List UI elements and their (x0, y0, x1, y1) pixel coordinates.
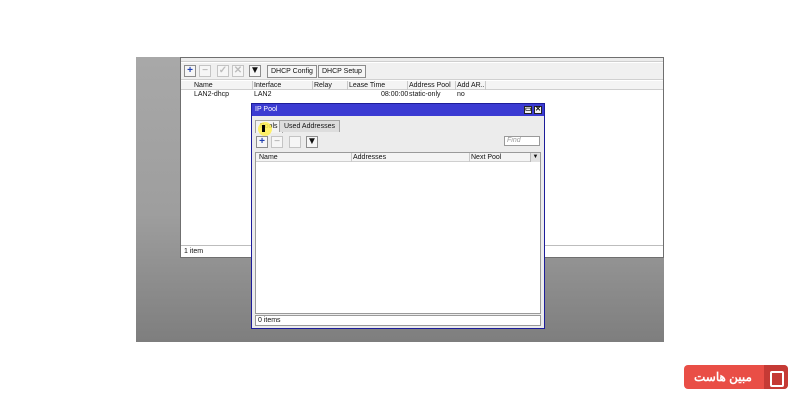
brand-mark-icon (764, 365, 788, 389)
add-icon[interactable]: + (184, 65, 196, 77)
remove-icon[interactable]: − (271, 136, 283, 148)
column-name[interactable]: Name (193, 81, 253, 90)
tab-used-addresses[interactable]: Used Addresses (279, 120, 340, 132)
comment-icon[interactable] (289, 136, 301, 148)
row-interface: LAN2 (254, 91, 272, 98)
filter-icon[interactable]: ▼ (249, 65, 261, 77)
row-lease-time: 08:00:00 (381, 91, 409, 98)
row-add-arp: no (457, 91, 465, 98)
find-input[interactable]: Find (504, 136, 540, 146)
add-icon[interactable]: + (256, 136, 268, 148)
pool-table-header: Name Addresses Next Pool ▼ (256, 153, 540, 162)
pool-table: Name Addresses Next Pool ▼ (255, 152, 541, 314)
row-name: LAN2-dhcp (194, 91, 230, 98)
column-addresses[interactable]: Addresses (352, 153, 470, 162)
minimize-icon[interactable]: ▭ (524, 106, 532, 114)
desktop: + − ✓ ✕ ▼ DHCP Config DHCP Setup Name In… (136, 57, 664, 342)
pool-toolbar: + − ▼ Find (254, 134, 542, 149)
column-address-pool[interactable]: Address Pool (408, 81, 456, 90)
window-title[interactable]: IP Pool (252, 104, 544, 116)
column-interface[interactable]: Interface (253, 81, 313, 90)
column-lease-time[interactable]: Lease Time (348, 81, 408, 90)
column-relay[interactable]: Relay (313, 81, 348, 90)
brand-text: مبین هاست (694, 370, 752, 384)
column-add-arp[interactable]: Add AR... (456, 81, 486, 90)
columns-dropdown-icon[interactable]: ▼ (530, 153, 540, 162)
column-name[interactable]: Name (258, 153, 352, 162)
pool-status-bar: 0 items (255, 315, 541, 326)
close-icon[interactable]: ✕ (534, 106, 542, 114)
dhcp-setup-button[interactable]: DHCP Setup (318, 65, 366, 78)
filter-icon[interactable]: ▼ (306, 136, 318, 148)
window-top-bar (181, 58, 663, 62)
enable-icon[interactable]: ✓ (217, 65, 229, 77)
disable-icon[interactable]: ✕ (232, 65, 244, 77)
row-address-pool: static-only (409, 91, 441, 98)
brand-logo: مبین هاست (684, 365, 788, 389)
dhcp-table-header: Name Interface Relay Lease Time Address … (181, 81, 663, 90)
remove-icon[interactable]: − (199, 65, 211, 77)
ip-pool-window: IP Pool ▭ ✕ Pools Used Addresses + − ▼ F… (251, 103, 545, 329)
dhcp-config-button[interactable]: DHCP Config (267, 65, 317, 78)
column-next-pool[interactable]: Next Pool (470, 153, 532, 162)
dhcp-toolbar: + − ✓ ✕ ▼ DHCP Config DHCP Setup (181, 63, 663, 80)
